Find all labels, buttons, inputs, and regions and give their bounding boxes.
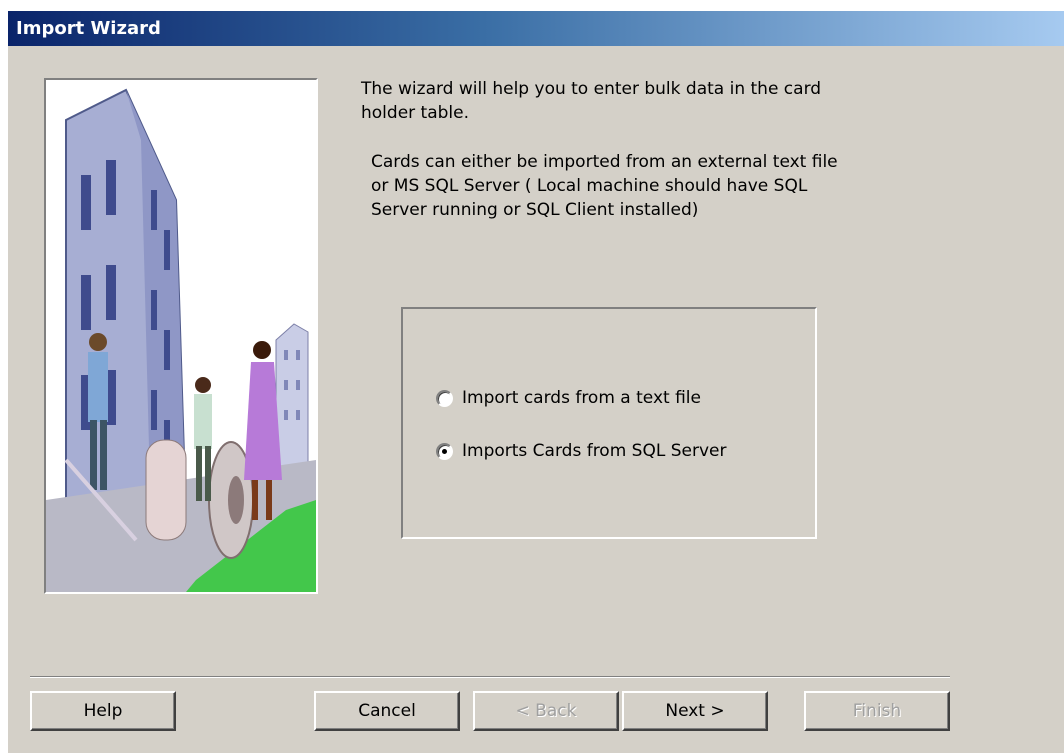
radio-sql-server[interactable] [436, 442, 453, 460]
intro-line-2: holder table. [361, 103, 470, 123]
finish-button[interactable]: Finish [804, 691, 950, 731]
back-button[interactable]: < Back [473, 691, 619, 731]
wizard-illustration [44, 78, 318, 594]
intro-line-1: The wizard will help you to enter bulk d… [361, 79, 822, 99]
import-wizard-window: Import Wizard The wizard will help you t… [8, 11, 1064, 753]
window-title: Import Wizard [16, 18, 161, 39]
option-sql-server[interactable]: Imports Cards from SQL Server [436, 440, 726, 462]
details-line-1: Cards can either be imported from an ext… [371, 152, 838, 172]
intro-text: The wizard will help you to enter bulk d… [361, 77, 901, 125]
option-sql-server-label: Imports Cards from SQL Server [462, 441, 727, 461]
title-bar[interactable]: Import Wizard [8, 11, 1064, 46]
next-button[interactable]: Next > [622, 691, 768, 731]
option-text-file[interactable]: Import cards from a text file [436, 387, 701, 409]
radio-text-file[interactable] [436, 389, 453, 407]
help-button[interactable]: Help [30, 691, 176, 731]
radio-selected-dot [442, 448, 447, 454]
details-line-2: or MS SQL Server ( Local machine should … [371, 176, 808, 196]
button-separator [30, 676, 950, 678]
details-text: Cards can either be imported from an ext… [371, 150, 911, 222]
details-line-3: Server running or SQL Client installed) [371, 200, 699, 220]
cancel-button[interactable]: Cancel [314, 691, 460, 731]
import-source-group: Import cards from a text file Imports Ca… [401, 307, 817, 539]
option-text-file-label: Import cards from a text file [462, 388, 701, 408]
